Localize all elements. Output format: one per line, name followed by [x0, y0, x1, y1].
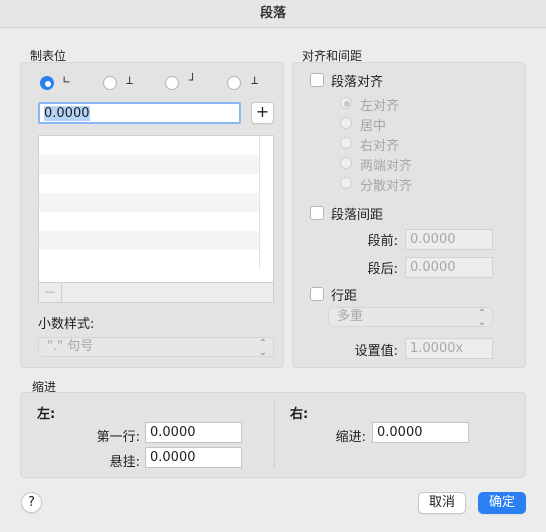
help-button[interactable]: ? [21, 492, 42, 513]
list-item[interactable] [39, 212, 260, 231]
left-tab-icon: ∟ [63, 73, 71, 87]
list-item[interactable] [39, 136, 260, 155]
decimal-tab-radio[interactable] [227, 76, 241, 90]
right-indent-heading: 右: [290, 407, 309, 422]
align-distributed-label: 分散对齐 [360, 179, 413, 194]
decimal-style-select[interactable]: "." 句号 ⌃ ⌄ [38, 337, 274, 358]
tab-stop-list[interactable]: — [38, 135, 274, 303]
space-before-input[interactable]: 0.0000 [405, 229, 493, 250]
tab-position-input[interactable]: 0.0000 [38, 102, 241, 124]
first-line-label: 第一行: [96, 430, 140, 445]
chevron-updown-icon: ⌃ ⌄ [258, 338, 267, 358]
left-indent-heading: 左: [37, 407, 56, 422]
first-line-input[interactable]: 0.0000 [145, 422, 242, 443]
center-tab-icon: ⊥ [126, 73, 134, 87]
list-item[interactable] [39, 155, 260, 174]
line-spacing-select[interactable]: 多重 ⌃ ⌄ [328, 307, 493, 328]
right-tab-icon: ┘ [189, 73, 197, 87]
space-before-label: 段前: [367, 234, 398, 249]
left-tab-radio[interactable] [40, 76, 54, 90]
right-tab-radio[interactable] [165, 76, 179, 90]
list-item[interactable] [39, 250, 260, 269]
list-item[interactable] [39, 231, 260, 250]
align-left-radio[interactable] [340, 97, 352, 109]
align-center-radio[interactable] [340, 117, 352, 129]
list-item[interactable] [39, 174, 260, 193]
add-tab-button[interactable]: + [251, 102, 274, 124]
paragraph-align-checkbox[interactable] [310, 73, 324, 87]
decimal-style-label: 小数样式: [38, 317, 95, 332]
chevron-updown-icon: ⌃ ⌄ [477, 308, 486, 328]
align-justify-radio[interactable] [340, 157, 352, 169]
align-right-radio[interactable] [340, 137, 352, 149]
list-column-divider [259, 136, 260, 269]
line-spacing-label: 行距 [331, 289, 358, 304]
align-justify-label: 两端对齐 [360, 159, 413, 174]
space-after-label: 段后: [367, 262, 398, 277]
paragraph-spacing-label: 段落间距 [331, 208, 384, 223]
align-left-label: 左对齐 [360, 99, 400, 114]
align-distributed-radio[interactable] [340, 177, 352, 189]
hanging-input[interactable]: 0.0000 [145, 447, 242, 468]
align-center-label: 居中 [360, 119, 387, 134]
indent-divider [274, 402, 275, 468]
tab-position-value: 0.0000 [44, 106, 90, 121]
space-after-input[interactable]: 0.0000 [405, 257, 493, 278]
ok-button[interactable]: 确定 [478, 492, 526, 514]
right-indent-input[interactable]: 0.0000 [372, 422, 469, 443]
decimal-style-value: "." 句号 [47, 339, 94, 354]
paragraph-align-label: 段落对齐 [331, 75, 384, 90]
paragraph-spacing-checkbox[interactable] [310, 206, 324, 220]
set-value-input[interactable]: 1.0000x [405, 338, 493, 359]
remove-tab-button[interactable]: — [39, 283, 62, 302]
cancel-button[interactable]: 取消 [418, 492, 466, 514]
right-indent-label: 缩进: [335, 430, 366, 445]
list-footer-bar: — [39, 282, 273, 302]
line-spacing-checkbox[interactable] [310, 287, 324, 301]
list-item[interactable] [39, 193, 260, 212]
line-spacing-value: 多重 [337, 309, 364, 324]
decimal-tab-icon: ⊥ [251, 73, 259, 87]
set-value-label: 设置值: [354, 344, 398, 359]
center-tab-radio[interactable] [103, 76, 117, 90]
window-title: 段落 [0, 0, 546, 28]
hanging-label: 悬挂: [109, 455, 140, 470]
align-right-label: 右对齐 [360, 139, 400, 154]
